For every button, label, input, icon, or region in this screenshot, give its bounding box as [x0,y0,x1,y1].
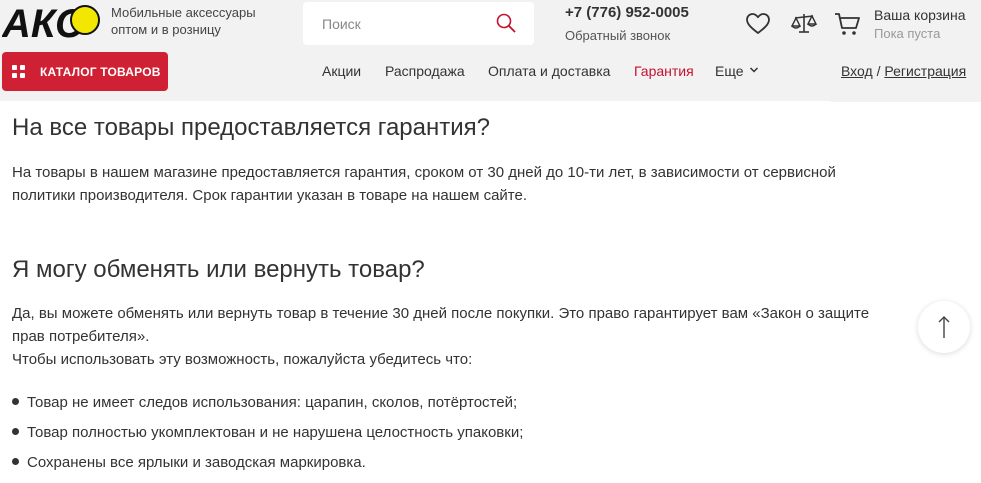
phone-number[interactable]: +7 (776) 952-0005 [565,4,689,21]
search-icon[interactable] [496,13,516,33]
cart-icon[interactable] [833,10,861,38]
return-text: прав потребителя». [12,328,150,345]
list-item: Товар полностью укомплектован и не наруш… [12,424,523,441]
tagline: Мобильные аксессуары оптом и в розницу [111,4,256,38]
heart-icon[interactable] [744,10,772,38]
tagline-line: оптом и в розницу [111,22,221,37]
list-item-text: Товар полностью укомплектован и не наруш… [27,424,524,441]
nav-more-label: Еще [715,63,744,79]
bullet-icon [12,428,19,435]
return-text: Да, вы можете обменять или вернуть товар… [12,305,870,322]
list-item: Сохранены все ярлыки и заводская маркиро… [12,454,366,471]
list-item-text: Товар не имеет следов использования: цар… [27,394,518,411]
logo[interactable]: АКС [2,0,102,46]
callback-link[interactable]: Обратный звонок [565,28,670,43]
register-link[interactable]: Регистрация [884,63,966,79]
list-item-text: Сохранены все ярлыки и заводская маркиро… [27,454,366,471]
return-text: Чтобы использовать эту возможность, пожа… [12,351,473,368]
content-edge [831,101,981,102]
warranty-text: На товары в нашем магазине предоставляет… [12,164,836,181]
cart-title[interactable]: Ваша корзина [874,7,966,23]
login-link[interactable]: Вход [841,63,873,79]
nav-item-warranty[interactable]: Гарантия [634,63,694,79]
logo-badge [70,5,100,35]
auth-links: Вход / Регистрация [841,63,966,79]
nav-item-promotions[interactable]: Акции [322,63,361,79]
warranty-heading: На все товары предоставляется гарантия? [12,114,490,141]
nav-more-dropdown[interactable]: Еще [715,63,759,79]
nav-item-payment-delivery[interactable]: Оплата и доставка [488,63,610,79]
catalog-button-label: КАТАЛОГ ТОВАРОВ [40,65,161,79]
grid-icon [12,65,25,78]
search-input[interactable] [303,2,493,45]
content-panel: На все товары предоставляется гарантия? … [0,101,981,483]
tagline-line: Мобильные аксессуары [111,5,256,20]
bullet-icon [12,458,19,465]
list-item: Товар не имеет следов использования: цар… [12,394,517,411]
catalog-button[interactable]: КАТАЛОГ ТОВАРОВ [2,52,168,91]
scroll-top-button[interactable] [918,301,970,353]
warranty-text: политики производителя. Срок гарантии ук… [12,187,528,204]
bullet-icon [12,398,19,405]
arrow-up-icon [938,316,950,338]
nav-item-sale[interactable]: Распродажа [385,63,465,79]
chevron-down-icon [750,67,759,73]
auth-separator: / [876,63,881,79]
return-heading: Я могу обменять или вернуть товар? [12,256,425,283]
scales-icon[interactable] [790,10,818,38]
cart-status: Пока пуста [874,26,941,41]
